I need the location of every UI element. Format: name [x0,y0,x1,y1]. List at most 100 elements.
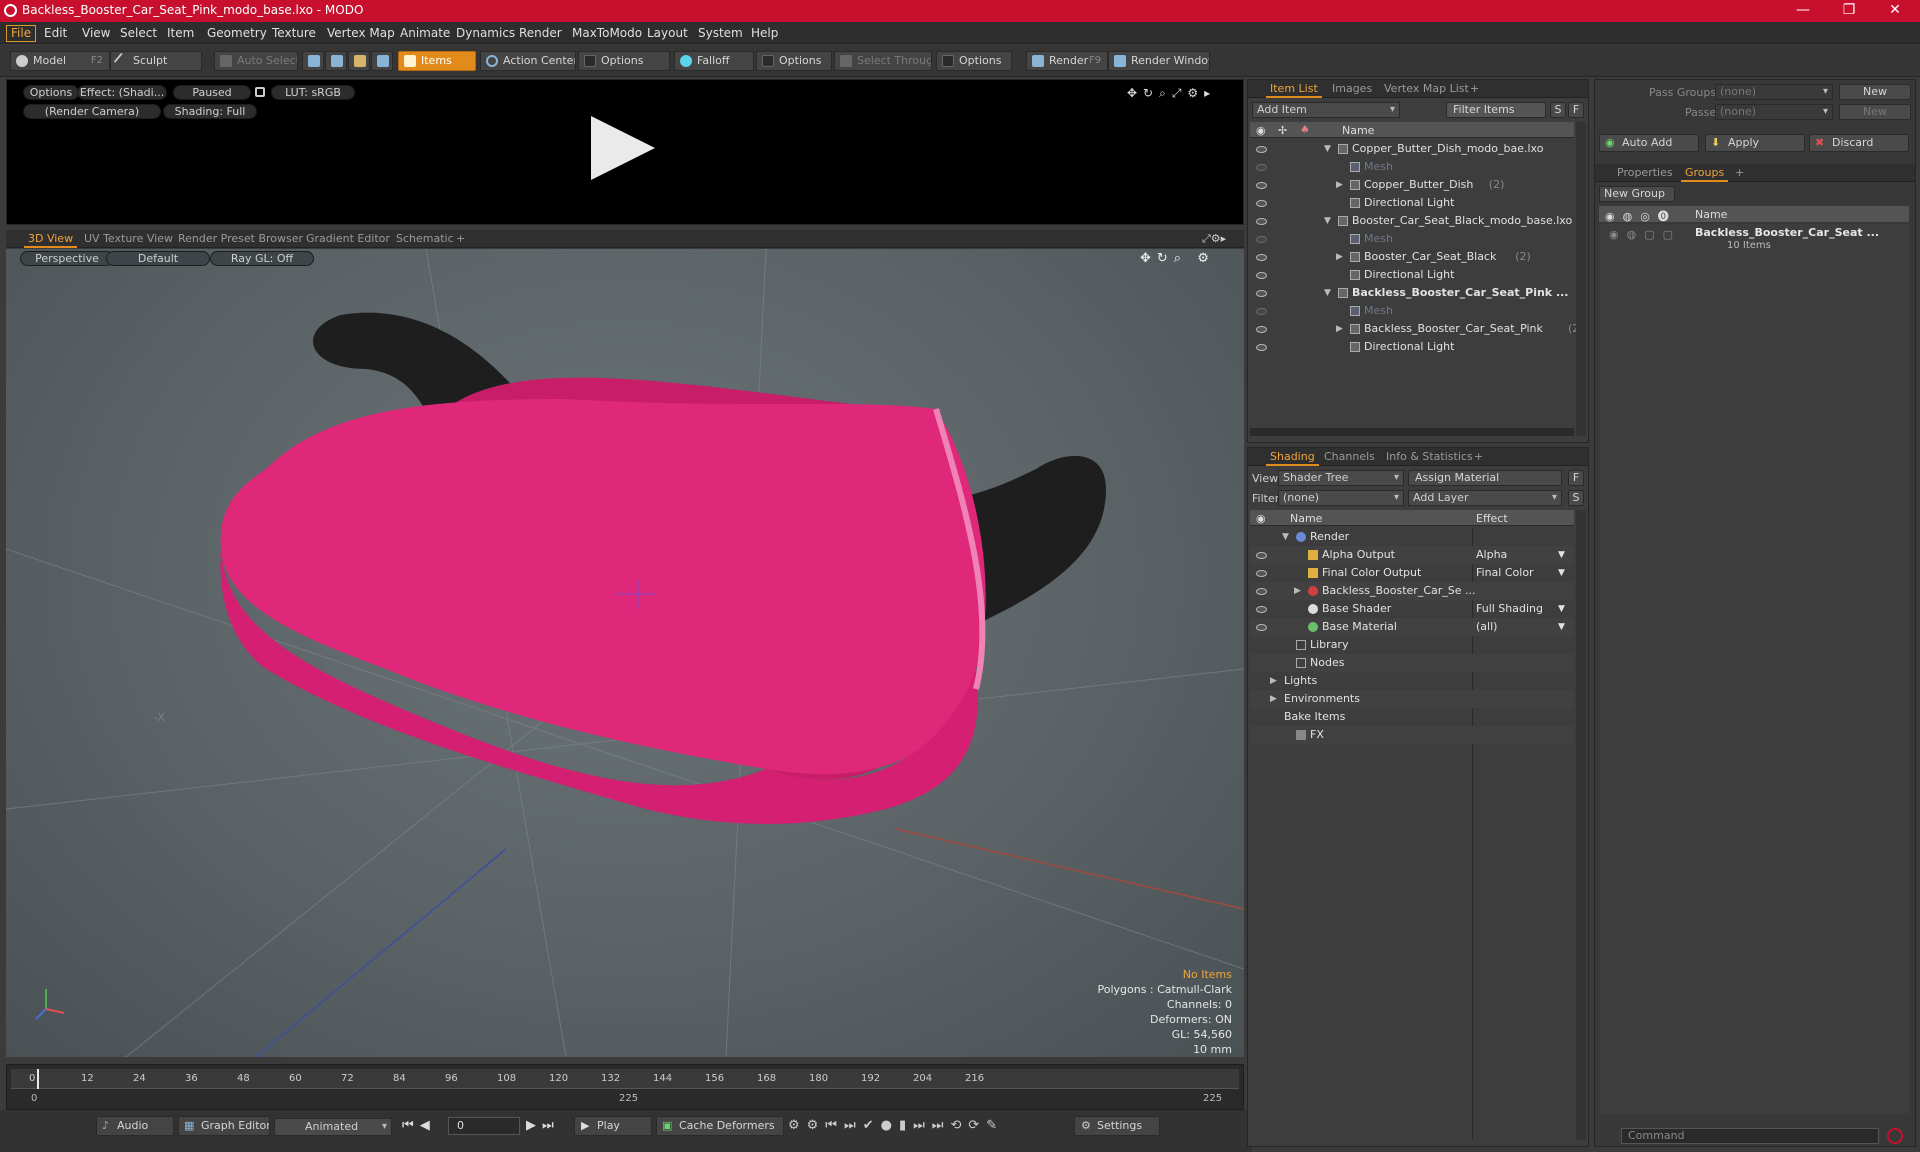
eye-icon[interactable] [1256,308,1267,315]
items-mode-button[interactable]: Items [398,51,476,71]
expand-right-icon[interactable]: ▶ [1270,690,1277,708]
menu-help[interactable]: Help [751,26,778,40]
eye-icon[interactable] [1256,606,1267,613]
shader-effect-value[interactable]: (all) [1476,618,1497,636]
shader-tree-row[interactable]: Bake Items [1250,708,1574,726]
lock-icon[interactable] [255,87,265,97]
keyframe-tool-icons[interactable]: ⚙⚙⏮⏭✔●▮⏭⏭⟲⟳✎ [788,1118,1004,1133]
select-through-button[interactable]: Select Through [834,51,932,71]
timeline-playhead[interactable] [37,1069,39,1089]
tab-channels[interactable]: Channels [1324,450,1375,463]
sculpt-mode-button[interactable]: Sculpt [110,51,202,71]
auto-add-button[interactable]: ◉ Auto Add [1599,134,1699,152]
shader-tree-row[interactable]: ▶ Environments [1250,690,1574,708]
eye-icon[interactable] [1256,272,1267,279]
3d-viewport[interactable]: Perspective Default Ray GL: Off ✥↻⌕ ⚙ -X… [6,249,1244,1057]
expand-right-icon[interactable]: ▶ [1270,672,1277,690]
menu-vertex-map[interactable]: Vertex Map [327,26,395,40]
item-list-row[interactable]: ▼ Backless_Booster_Car_Seat_Pink ... [1250,284,1574,302]
pass-groups-dropdown[interactable]: (none) [1715,84,1833,100]
tab-render-preset-browser[interactable]: Render Preset Browser [178,232,303,245]
eye-icon[interactable] [1256,326,1267,333]
shader-tree-row[interactable]: Base Material (all) ▼ [1250,618,1574,636]
tab-vertex-map-list[interactable]: Vertex Map List [1384,82,1469,95]
filter-s-button[interactable]: S [1550,102,1566,118]
audio-button[interactable]: ♪ Audio [96,1116,174,1136]
eye-icon[interactable] [1256,146,1267,153]
preview-shading-dropdown[interactable]: Shading: Full [163,104,257,119]
shading-s-button[interactable]: S [1568,490,1584,506]
play-icon[interactable] [591,116,655,180]
item-list-row[interactable]: Mesh [1250,302,1574,320]
tab-3d-view[interactable]: 3D View [23,232,78,248]
animated-dropdown[interactable]: Animated [274,1118,392,1136]
chevron-down-icon[interactable]: ▼ [1558,564,1565,582]
expand-down-icon[interactable]: ▼ [1282,528,1289,546]
settings-button[interactable]: ⚙ Settings [1074,1116,1160,1136]
expand-down-icon[interactable]: ▼ [1324,212,1331,230]
graph-editor-button[interactable]: ▦ Graph Editor [178,1116,270,1136]
add-layer-dropdown[interactable]: Add Layer [1408,490,1562,506]
action-center-button[interactable]: Action Center [480,51,576,71]
cache-deformers-button[interactable]: ▣ Cache Deformers [656,1116,784,1136]
render-window-button[interactable]: Render Window [1108,51,1210,71]
apply-button[interactable]: ⬇ Apply [1705,134,1805,152]
go-start-prev-key-icons[interactable]: ⏮◀ [402,1118,436,1133]
polygons-mode-button[interactable] [348,51,370,71]
view-dropdown[interactable]: Shader Tree [1278,470,1404,486]
timeline[interactable]: 0 12 24 36 48 60 72 84 96 108 120 132 144 156 168 180 19… [6,1064,1244,1110]
expand-down-icon[interactable]: ▼ [1324,284,1331,302]
chevron-down-icon[interactable]: ▼ [1558,600,1565,618]
shader-tree-row[interactable]: Base Shader Full Shading ▼ [1250,600,1574,618]
tab-add-shading[interactable]: + [1474,450,1483,463]
menu-file[interactable]: File [6,25,37,42]
item-list-row[interactable]: ▶ Copper_Butter_Dish (2) [1250,176,1574,194]
shading-f-button[interactable]: F [1568,470,1584,486]
item-list-row[interactable]: ▶Backless_Booster_Car_Seat_Pink(2) [1250,320,1584,338]
eye-icon[interactable] [1256,552,1267,559]
menu-edit[interactable]: Edit [44,26,67,40]
tab-add-groups[interactable]: + [1735,166,1744,179]
item-list-row[interactable]: Directional Light [1250,194,1574,212]
action-center-options-button[interactable]: Options [578,51,670,71]
chevron-down-icon[interactable]: ▼ [1558,618,1565,636]
new-pass-button[interactable]: New [1839,104,1911,120]
tab-groups[interactable]: Groups [1680,166,1729,182]
close-button[interactable]: ✕ [1872,0,1918,22]
item-list-row[interactable]: Mesh [1250,158,1574,176]
command-input[interactable]: Command [1621,1128,1879,1144]
menu-geometry[interactable]: Geometry [207,26,267,40]
frame-input[interactable]: 0 [448,1117,520,1135]
tab-item-list[interactable]: Item List [1266,82,1322,98]
eye-icon[interactable] [1256,254,1267,261]
eye-icon[interactable] [1256,290,1267,297]
item-list-hscrollbar[interactable] [1250,428,1574,436]
tab-add[interactable]: + [1470,82,1479,95]
item-list-row[interactable]: Mesh [1250,230,1574,248]
add-item-dropdown[interactable]: Add Item [1252,102,1400,118]
menu-layout[interactable]: Layout [647,26,688,40]
expand-right-icon[interactable]: ▶ [1294,582,1301,600]
new-group-button[interactable]: New Group [1599,186,1675,202]
eye-icon[interactable] [1256,588,1267,595]
shader-tree-vscrollbar[interactable] [1576,510,1586,1140]
item-list-row[interactable]: Directional Light [1250,266,1574,284]
menu-animate[interactable]: Animate [400,26,450,40]
group-row-name[interactable]: Backless_Booster_Car_Seat ... [1695,226,1879,239]
chevron-down-icon[interactable]: ▼ [1558,546,1565,564]
shader-tree-row[interactable]: ▼ Render [1250,528,1574,546]
preview-lut-dropdown[interactable]: LUT: sRGB [271,85,355,100]
tab-properties[interactable]: Properties [1617,166,1673,179]
shader-tree-row[interactable]: ▶ Lights [1250,672,1574,690]
eye-icon[interactable] [1256,218,1267,225]
eye-icon[interactable] [1256,624,1267,631]
expand-right-icon[interactable]: ▶ [1336,176,1343,194]
item-list-row[interactable]: ▼ Booster_Car_Seat_Black_modo_base.lxo [1250,212,1574,230]
tab-images[interactable]: Images [1332,82,1372,95]
materials-mode-button[interactable] [371,51,393,71]
preview-paused-button[interactable]: Paused [173,85,251,100]
menu-texture[interactable]: Texture [272,26,316,40]
shader-tree-row[interactable]: Library [1250,636,1574,654]
preview-options-button[interactable]: Options [23,85,79,100]
group-row-toggles[interactable]: ◉◍▢▢ [1609,228,1681,241]
